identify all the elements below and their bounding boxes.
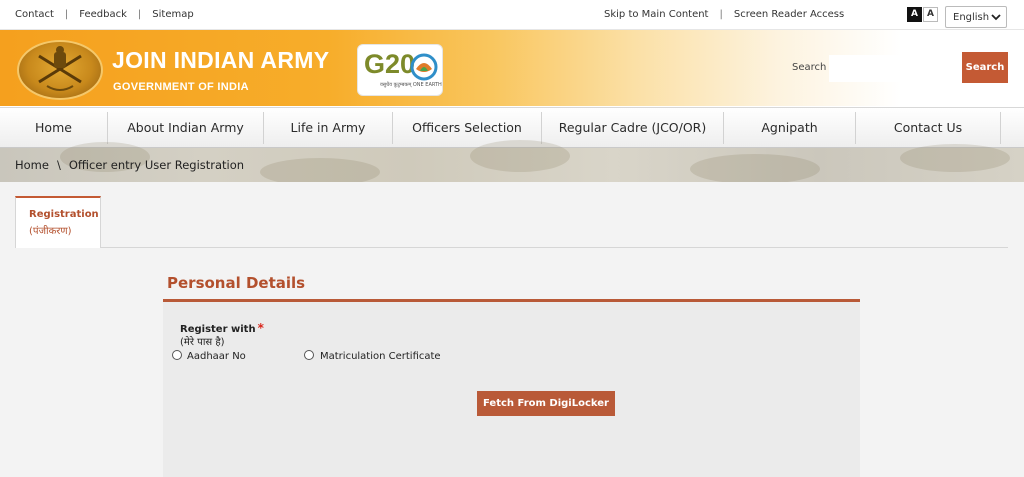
tab-strip-border xyxy=(15,247,1008,248)
nav-agnipath[interactable]: Agnipath xyxy=(724,108,855,148)
screen-reader-link[interactable]: Screen Reader Access xyxy=(734,9,844,20)
chevron-down-icon xyxy=(990,11,1002,26)
personal-details-panel: Personal Details Register with * (मेरे पा… xyxy=(163,267,860,477)
nav-about-indian-army[interactable]: About Indian Army xyxy=(108,108,263,148)
site-subtitle: GOVERNMENT OF INDIA xyxy=(113,81,249,93)
required-indicator: * xyxy=(257,321,264,335)
g20-tagline: वसुधैव कुटुम्बकम् ONE EARTH xyxy=(380,82,442,88)
breadcrumb-bar: Home \ Officer entry User Registration xyxy=(0,140,1024,186)
page-content: Registration (पंजीकरण) Personal Details … xyxy=(0,182,1024,477)
breadcrumb: Home \ Officer entry User Registration xyxy=(15,158,244,172)
camo-pattern xyxy=(690,154,820,184)
breadcrumb-separator: \ xyxy=(56,158,61,172)
contact-link[interactable]: Contact xyxy=(15,9,54,20)
search-label: Search xyxy=(792,62,827,73)
camo-pattern xyxy=(900,144,1010,172)
army-emblem-icon[interactable] xyxy=(17,40,103,100)
search-input[interactable] xyxy=(829,55,962,82)
aadhaar-radio-label[interactable]: Aadhaar No xyxy=(187,351,246,362)
accessibility-links: Skip to Main Content | Screen Reader Acc… xyxy=(604,9,844,20)
sitemap-link[interactable]: Sitemap xyxy=(152,9,193,20)
divider: | xyxy=(64,9,69,20)
nav-divider xyxy=(1000,112,1001,144)
normal-contrast-button[interactable]: A xyxy=(923,7,938,22)
section-title: Personal Details xyxy=(167,274,306,292)
camo-pattern xyxy=(470,140,570,172)
language-select[interactable]: English xyxy=(945,6,1007,28)
fetch-from-digilocker-button[interactable]: Fetch From DigiLocker xyxy=(477,391,615,416)
site-header: JOIN INDIAN ARMY GOVERNMENT OF INDIA G20… xyxy=(0,30,1024,106)
search-button[interactable]: Search xyxy=(962,52,1008,83)
high-contrast-button[interactable]: A xyxy=(907,7,922,22)
nav-regular-cadre[interactable]: Regular Cadre (JCO/OR) xyxy=(542,108,723,148)
tab-label-hindi: (पंजीकरण) xyxy=(29,226,72,237)
language-value: English xyxy=(953,11,990,23)
register-with-label-hindi: (मेरे पास है) xyxy=(180,337,225,348)
nav-life-in-army[interactable]: Life in Army xyxy=(264,108,392,148)
panel-header: Personal Details xyxy=(163,267,860,302)
breadcrumb-current: Officer entry User Registration xyxy=(68,158,245,172)
matriculation-radio[interactable] xyxy=(304,350,314,360)
tab-label: Registration xyxy=(29,209,99,220)
lotus-icon xyxy=(410,53,438,81)
divider: | xyxy=(719,9,723,20)
aadhaar-radio[interactable] xyxy=(172,350,182,360)
matriculation-radio-label[interactable]: Matriculation Certificate xyxy=(320,351,441,362)
skip-to-main-link[interactable]: Skip to Main Content xyxy=(604,9,708,20)
divider: | xyxy=(137,9,142,20)
utility-links: Contact | Feedback | Sitemap xyxy=(15,9,194,20)
g20-logo: G20 वसुधैव कुटुम्बकम् ONE EARTH xyxy=(357,44,443,96)
tab-registration[interactable]: Registration (पंजीकरण) xyxy=(15,196,101,248)
register-with-label: Register with * xyxy=(180,321,264,335)
utility-bar: Contact | Feedback | Sitemap Skip to Mai… xyxy=(0,0,1024,30)
feedback-link[interactable]: Feedback xyxy=(79,9,127,20)
breadcrumb-home[interactable]: Home xyxy=(15,158,49,172)
site-title: JOIN INDIAN ARMY xyxy=(112,47,330,73)
nav-contact-us[interactable]: Contact Us xyxy=(856,108,1000,148)
